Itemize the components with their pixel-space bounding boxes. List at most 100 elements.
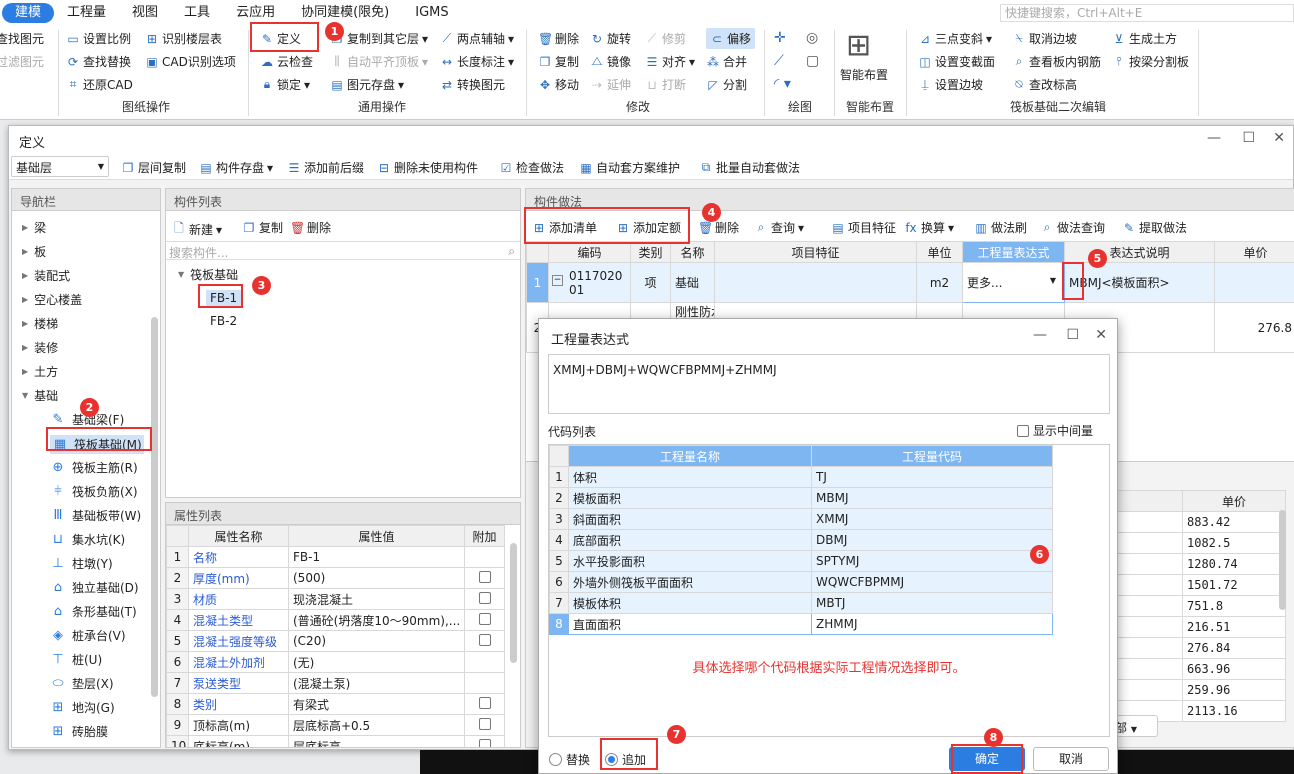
set-scale-button[interactable]: ▭ 设置比例: [66, 30, 131, 47]
restore-cad-button[interactable]: ⌗ 还原CAD: [66, 76, 133, 93]
method-toolbar-button[interactable]: 🗑︎ 删除: [698, 219, 739, 236]
align-button[interactable]: ☰ 对齐 ▾: [645, 53, 695, 70]
property-row[interactable]: 4 混凝土类型 (普通砼(坍落度10～90mm),...: [166, 609, 505, 631]
property-row[interactable]: 6 混凝土外加剂 (无): [166, 651, 505, 673]
auto-scheme-button[interactable]: ▦ 自动套方案维护: [579, 159, 680, 176]
method-toolbar-button[interactable]: ✎ 提取做法: [1122, 219, 1187, 236]
code-row[interactable]: 1 体积 TJ: [549, 466, 1053, 488]
method-toolbar-button[interactable]: ⌕ 做法查询: [1040, 219, 1105, 236]
nav-item[interactable]: ▶ 板: [22, 243, 46, 260]
tab-cloud[interactable]: 云应用: [223, 3, 288, 23]
circle-tool-icon[interactable]: ◎: [806, 30, 818, 46]
cloud-check-button[interactable]: ☁ 云检查: [260, 53, 313, 70]
nav-item[interactable]: ▶ 楼梯: [22, 315, 58, 332]
method-row[interactable]: 1 −011702001 项 基础 m2 更多... ▼ MBMJ<模板面积>: [526, 262, 1294, 303]
nav-scrollbar[interactable]: [151, 317, 158, 697]
nav-sub-item[interactable]: ⊤ 桩(U): [50, 651, 102, 668]
copy-button[interactable]: ❐ 复制: [538, 53, 579, 70]
tab-collab[interactable]: 协同建模(限免): [288, 3, 402, 23]
nav-sub-item[interactable]: ⊞ 地沟(G): [50, 699, 115, 716]
trim-button[interactable]: ⟋ 修剪: [645, 30, 686, 47]
convert-element-button[interactable]: ⇄ 转换图元: [440, 76, 505, 93]
maximize-icon[interactable]: ☐: [1066, 327, 1079, 343]
price-scrollbar[interactable]: [1279, 510, 1286, 610]
minimize-icon[interactable]: —: [1033, 327, 1047, 343]
delete-button[interactable]: 🗑︎ 删除: [538, 30, 579, 47]
nav-item[interactable]: ▶ 装修: [22, 339, 58, 356]
code-row[interactable]: 3 斜面面积 XMMJ: [549, 508, 1053, 530]
code-row[interactable]: 7 模板体积 MBTJ: [549, 592, 1053, 614]
nav-sub-item[interactable]: ⊔ 集水坑(K): [50, 531, 125, 548]
nav-sub-item[interactable]: ⊕ 筏板主筋(R): [50, 459, 138, 476]
cad-options-button[interactable]: ▣ CAD识别选项: [145, 53, 236, 70]
recognize-floor-table-button[interactable]: ⊞ 识别楼层表: [145, 30, 222, 47]
nav-sub-item[interactable]: Ⅲ 基础板带(W): [50, 507, 142, 524]
cancel-side-slope-button[interactable]: ⍀ 取消边坡: [1012, 30, 1077, 47]
rect-tool-icon[interactable]: ▢: [806, 53, 819, 69]
property-row[interactable]: 5 混凝土强度等级 (C20): [166, 630, 505, 652]
find-element-button[interactable]: 查找图元: [0, 30, 44, 47]
set-variable-section-button[interactable]: ◫ 设置变截面: [918, 53, 995, 70]
extra-checkbox[interactable]: [478, 570, 491, 583]
smart-layout-icon[interactable]: ⊞: [846, 28, 871, 63]
nav-item[interactable]: ▼ 基础: [22, 387, 58, 404]
code-row[interactable]: 6 外墙外侧筏板平面面积 WQWCFBPMMJ: [549, 571, 1053, 593]
batch-auto-method-button[interactable]: ⧉ 批量自动套做法: [699, 159, 800, 176]
properties-scrollbar[interactable]: [510, 543, 517, 663]
code-row[interactable]: 8 直面面积 ZHMMJ: [549, 613, 1053, 635]
property-row[interactable]: 7 泵送类型 (混凝土泵): [166, 672, 505, 694]
new-component-button[interactable]: 🗋︎ 新建 ▾: [172, 219, 222, 240]
collapse-icon[interactable]: −: [552, 275, 563, 286]
minimize-icon[interactable]: —: [1207, 130, 1221, 146]
extra-checkbox[interactable]: [478, 738, 491, 747]
mirror-button[interactable]: ⧍ 镜像: [590, 53, 631, 70]
component-save-button[interactable]: ▤ 构件存盘 ▾: [199, 159, 273, 176]
show-intermediate-checkbox[interactable]: 显示中间量: [1017, 422, 1093, 439]
property-row[interactable]: 10 底标高(m) 层底标高: [166, 735, 505, 747]
delete-component-button[interactable]: 🗑︎ 删除: [290, 219, 331, 236]
length-dimension-button[interactable]: ↔ 长度标注 ▾: [440, 53, 514, 70]
expression-dropdown-icon[interactable]: ▼: [1050, 276, 1056, 285]
nav-sub-item[interactable]: ⌂ 条形基础(T): [50, 603, 137, 620]
copy-component-button[interactable]: ❐ 复制: [242, 219, 283, 236]
property-row[interactable]: 3 材质 现浇混凝土: [166, 588, 505, 610]
nav-sub-item[interactable]: ⫩ 筏板负筋(X): [50, 483, 137, 500]
expression-input[interactable]: XMMJ+DBMJ+WQWCFBPMMJ+ZHMMJ: [548, 354, 1110, 414]
method-toolbar-button[interactable]: ▤ 项目特征: [831, 219, 896, 236]
extra-checkbox[interactable]: [478, 633, 491, 646]
point-tool-icon[interactable]: ✛: [774, 30, 786, 46]
view-rebar-button[interactable]: ⌕ 查看板内钢筋: [1012, 53, 1101, 70]
nav-item[interactable]: ▶ 梁: [22, 219, 46, 236]
split-button[interactable]: ◸ 分割: [706, 76, 747, 93]
code-row[interactable]: 5 水平投影面积 SPTYMJ: [549, 550, 1053, 572]
extra-checkbox[interactable]: [478, 612, 491, 625]
code-row[interactable]: 2 模板面积 MBMJ: [549, 487, 1053, 509]
method-toolbar-button[interactable]: ⌕ 查询 ▾: [754, 219, 804, 236]
method-toolbar-button[interactable]: fx 换算 ▾: [904, 219, 954, 236]
method-toolbar-button[interactable]: ▥ 做法刷: [974, 219, 1027, 236]
nav-item[interactable]: ▶ 土方: [22, 363, 58, 380]
extra-checkbox[interactable]: [478, 591, 491, 604]
component-item-fb2[interactable]: FB-2: [210, 314, 237, 328]
delete-unused-button[interactable]: ⊟ 删除未使用构件: [377, 159, 478, 176]
tree-group-raft[interactable]: ▼ 筏板基础: [178, 266, 238, 283]
two-point-axis-button[interactable]: ⟋ 两点辅轴 ▾: [440, 30, 514, 47]
smart-layout-button[interactable]: 智能布置: [840, 66, 888, 83]
component-search-input[interactable]: 搜索构件... ⌕: [166, 241, 520, 260]
set-side-slope-button[interactable]: ⍊ 设置边坡: [918, 76, 983, 93]
property-row[interactable]: 1 名称 FB-1: [166, 546, 505, 568]
floor-select[interactable]: 基础层 ▼: [11, 156, 109, 177]
filter-element-button[interactable]: 过滤图元: [0, 53, 44, 70]
nav-sub-item[interactable]: ⊞ 砖胎膜: [50, 723, 108, 740]
tab-modeling[interactable]: 建模: [2, 3, 55, 23]
extra-checkbox[interactable]: [478, 696, 491, 709]
extra-checkbox[interactable]: [478, 717, 491, 730]
property-row[interactable]: 9 顶标高(m) 层底标高+0.5: [166, 714, 505, 736]
element-save-button[interactable]: ▤ 图元存盘 ▾: [330, 76, 404, 93]
nav-sub-item[interactable]: ⬭ 垫层(X): [50, 675, 113, 692]
copy-to-other-floor-button[interactable]: ❐复制到其它层 ▾: [330, 30, 428, 47]
break-button[interactable]: ⊔ 打断: [645, 76, 686, 93]
tab-tools[interactable]: 工具: [171, 3, 223, 23]
shortcut-search-input[interactable]: 快捷键搜索，Ctrl+Alt+E: [1000, 4, 1294, 22]
find-replace-button[interactable]: ⟳ 查找替换: [66, 53, 131, 70]
